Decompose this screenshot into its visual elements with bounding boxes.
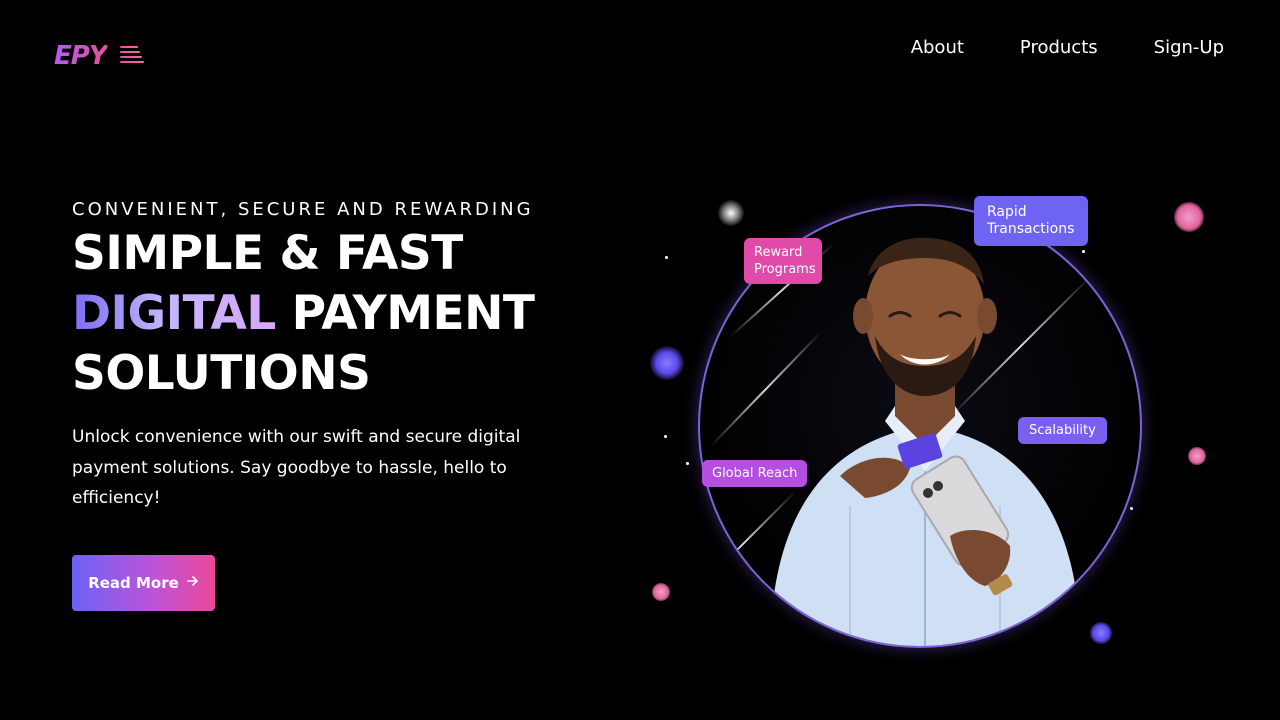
read-more-label: Read More [88,574,179,592]
nav-link-about[interactable]: About [911,36,964,60]
headline-line-3: SOLUTIONS [72,346,371,401]
badge-rapid-transactions: Rapid Transactions [974,196,1088,246]
glow-orb [650,346,684,380]
hero-description: Unlock convenience with our swift and se… [72,427,521,508]
badge-scalability: Scalability [1018,417,1107,444]
top-nav: About Products Sign-Up [911,36,1224,60]
star [686,462,689,465]
glow-orb [1174,202,1204,232]
star [664,435,667,438]
read-more-button[interactable]: Read More [72,555,215,611]
logo-text: EPY [54,41,108,71]
hero-headline: SIMPLE & FAST DIGITAL PAYMENT SOLUTIONS [72,224,535,404]
hero-illustration: Reward Programs Rapid Transactions Scala… [620,180,1260,660]
headline-highlight: DIGITAL [72,286,276,341]
badge-reward-programs: Reward Programs [744,238,822,284]
glow-orb [1188,447,1206,465]
nav-link-sign-up[interactable]: Sign-Up [1154,36,1224,60]
star [665,256,668,259]
landing-page: EPY About Products Sign-Up CONVENIENT, S… [0,0,1280,720]
nav-link-products[interactable]: Products [1020,36,1098,60]
brand-logo[interactable]: EPY [54,40,144,72]
headline-line-1: SIMPLE & FAST [72,226,463,281]
headline-line-2-rest: PAYMENT [275,286,535,341]
badge-global-reach: Global Reach [702,460,808,487]
glow-orb [652,583,670,601]
hero-eyebrow: CONVENIENT, SECURE AND REWARDING [72,199,534,220]
arrow-right-icon [186,575,199,591]
logo-speed-lines-icon [120,46,144,66]
